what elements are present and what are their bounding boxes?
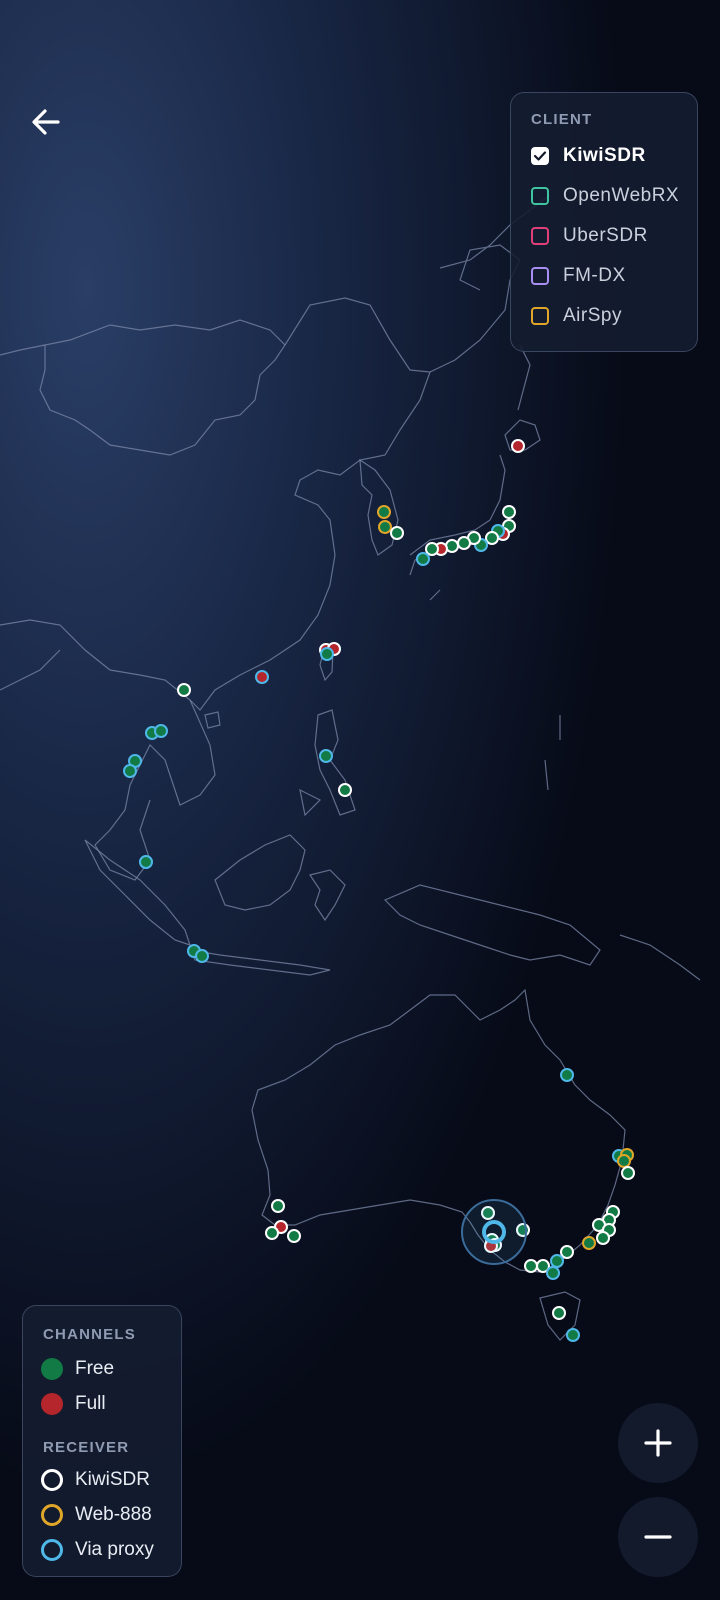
receiver-marker[interactable] [485,531,499,545]
receiver-marker[interactable] [560,1245,574,1259]
receiver-marker[interactable] [177,683,191,697]
client-openwebrx-label: OpenWebRX [563,185,680,206]
receiver-marker[interactable] [457,536,471,550]
client-openwebrx-checkbox[interactable] [531,187,549,205]
receiver-marker[interactable] [287,1229,301,1243]
receiver-marker[interactable] [378,520,392,534]
receiver-marker[interactable] [617,1154,631,1168]
receiver-marker[interactable] [390,526,404,540]
client-airspy-toggle[interactable]: AirSpy [529,296,697,336]
receiver-marker[interactable] [195,949,209,963]
legend-web888-label: Web-888 [75,1503,152,1525]
receiver-marker[interactable] [425,542,439,556]
client-kiwisdr-checkbox[interactable] [531,147,549,165]
channels-title: CHANNELS [43,1326,136,1343]
receiver-marker[interactable] [524,1259,538,1273]
back-button[interactable] [22,98,70,146]
receiver-marker[interactable] [552,1306,566,1320]
plus-icon [644,1429,672,1457]
receiver-marker[interactable] [511,439,525,453]
client-ubersdr-label: UberSDR [563,225,648,246]
receiver-title: RECEIVER [43,1439,130,1456]
client-fmdx-label: FM-DX [563,265,626,286]
map-legend: CHANNELS Free Full RECEIVER KiwiSDR Web-… [22,1305,182,1577]
checkmark-icon [533,151,547,161]
legend-kiwisdr-label: KiwiSDR [75,1468,150,1490]
receiver-marker[interactable] [319,749,333,763]
client-fmdx-checkbox[interactable] [531,267,549,285]
receiver-marker[interactable] [271,1199,285,1213]
cluster-ring[interactable] [461,1199,527,1265]
zoom-in-button[interactable] [618,1403,698,1483]
receiver-marker[interactable] [338,783,352,797]
client-airspy-checkbox[interactable] [531,307,549,325]
legend-kiwisdr: KiwiSDR [41,1462,181,1497]
full-dot-icon [41,1392,63,1415]
receiver-marker[interactable] [265,1226,279,1240]
client-kiwisdr-toggle[interactable]: KiwiSDR [529,136,697,176]
receiver-marker[interactable] [566,1328,580,1342]
receiver-marker[interactable] [377,505,391,519]
receiver-marker[interactable] [560,1068,574,1082]
client-ubersdr-toggle[interactable]: UberSDR [529,216,697,256]
receiver-marker[interactable] [123,764,137,778]
legend-free-label: Free [75,1357,115,1379]
zoom-out-button[interactable] [618,1497,698,1577]
client-kiwisdr-label: KiwiSDR [563,145,646,166]
receiver-marker[interactable] [582,1236,596,1250]
arrow-left-icon [32,109,60,135]
receiver-marker[interactable] [546,1266,560,1280]
legend-full: Full [41,1386,181,1421]
selected-cluster[interactable] [461,1199,527,1265]
client-filter-panel: CLIENT KiwiSDR OpenWebRX UberSDR FM-DX A… [510,92,698,352]
web888-ring-icon [41,1503,63,1526]
receiver-marker[interactable] [502,505,516,519]
receiver-marker[interactable] [139,855,153,869]
client-ubersdr-checkbox[interactable] [531,227,549,245]
legend-free: Free [41,1351,181,1386]
legend-proxy-label: Via proxy [75,1538,154,1560]
legend-full-label: Full [75,1392,106,1414]
receiver-marker[interactable] [320,647,334,661]
minus-icon [644,1535,672,1539]
receiver-marker[interactable] [550,1254,564,1268]
free-dot-icon [41,1357,63,1380]
legend-web888: Web-888 [41,1497,181,1532]
kiwisdr-ring-icon [41,1468,63,1491]
receiver-marker[interactable] [621,1166,635,1180]
receiver-marker[interactable] [416,552,430,566]
client-title: CLIENT [531,111,593,128]
receiver-marker[interactable] [255,670,269,684]
client-openwebrx-toggle[interactable]: OpenWebRX [529,176,697,216]
proxy-ring-icon [41,1538,63,1561]
client-fmdx-toggle[interactable]: FM-DX [529,256,697,296]
receiver-marker[interactable] [154,724,168,738]
legend-proxy: Via proxy [41,1532,181,1567]
receiver-marker[interactable] [596,1231,610,1245]
client-airspy-label: AirSpy [563,305,622,326]
